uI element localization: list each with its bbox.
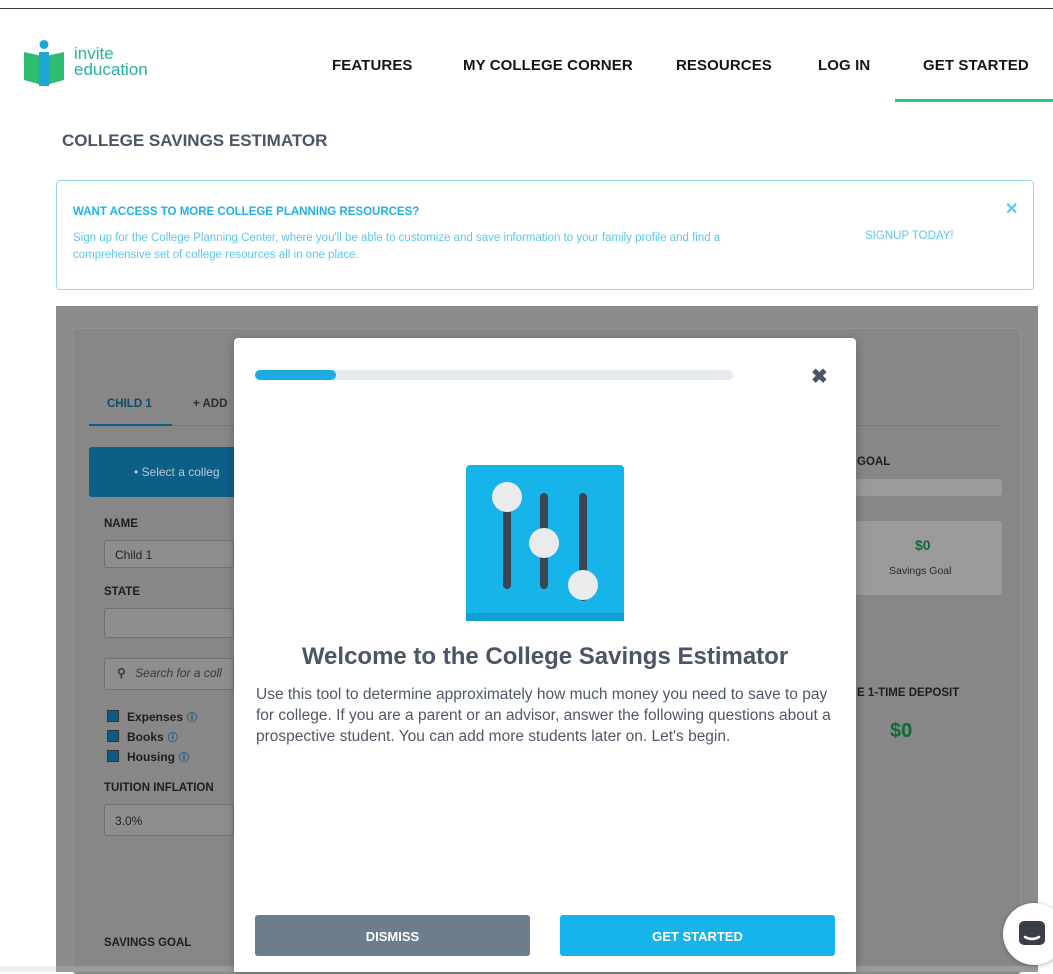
nav-resources[interactable]: RESOURCES (676, 57, 772, 74)
signup-link[interactable]: SIGNUP TODAY! (865, 230, 954, 242)
tab-add-child[interactable]: + ADD (193, 398, 227, 410)
savings-goal-box: $0 Savings Goal (855, 521, 1002, 595)
nav-get-started[interactable]: GET STARTED (923, 57, 1029, 74)
progress-bar (255, 370, 733, 380)
banner-title: WANT ACCESS TO MORE COLLEGE PLANNING RES… (73, 206, 420, 218)
info-icon[interactable]: ⓘ (179, 753, 189, 764)
books-text: Books (127, 730, 164, 744)
housing-text: Housing (127, 750, 175, 764)
logo-line-2: education (74, 60, 148, 79)
close-icon[interactable]: ✕ (1005, 199, 1018, 219)
select-college-text: • Select a colleg (134, 465, 220, 479)
signup-banner: WANT ACCESS TO MORE COLLEGE PLANNING RES… (56, 180, 1034, 290)
modal-title: Welcome to the College Savings Estimator (301, 643, 789, 670)
sliders-icon (466, 465, 624, 621)
deposit-label: E 1-TIME DEPOSIT (857, 687, 960, 699)
logo-text: invite education (74, 45, 148, 79)
name-field[interactable]: Child 1 (104, 540, 234, 568)
tab-child-1[interactable]: CHILD 1 (107, 398, 152, 410)
savings-goal-caption: Savings Goal (889, 565, 952, 577)
deposit-amount: $0 (890, 720, 913, 742)
expenses-text: Expenses (127, 710, 184, 724)
name-label: NAME (104, 518, 138, 530)
select-college-banner: • Select a colleg (89, 447, 239, 497)
banner-text: Sign up for the College Planning Center,… (73, 232, 721, 261)
close-icon[interactable]: ✖ (811, 367, 828, 387)
nav-my-college-corner[interactable]: MY COLLEGE CORNER (463, 57, 633, 74)
active-nav-indicator (895, 99, 1053, 102)
search-placeholder: Search for a coll (135, 666, 222, 680)
state-label: STATE (104, 586, 140, 598)
savings-goal-amount: $0 (915, 537, 931, 553)
page-bottom-strip (0, 966, 56, 972)
dismiss-button[interactable]: DISMISS (255, 915, 530, 956)
tuition-inflation-field[interactable]: 3.0% (104, 804, 234, 836)
progress-fill (255, 370, 337, 380)
expenses-checkbox[interactable] (107, 710, 119, 722)
info-icon[interactable]: ⓘ (168, 733, 178, 744)
chat-widget-button[interactable] (1003, 903, 1053, 965)
expenses-label: Expenses ⓘ (127, 709, 197, 724)
nav-log-in[interactable]: LOG IN (818, 57, 870, 74)
books-checkbox[interactable] (107, 730, 119, 742)
modal-description: Use this tool to determine approximately… (256, 686, 831, 745)
goal-progress-bar (855, 479, 1002, 496)
logo[interactable]: invite education (22, 40, 182, 86)
nav-features[interactable]: FEATURES (332, 57, 413, 74)
get-started-button[interactable]: GET STARTED (560, 915, 835, 956)
college-search-input[interactable]: ⚲ Search for a coll (104, 658, 234, 690)
housing-label: Housing ⓘ (127, 749, 189, 764)
top-border (0, 8, 1053, 9)
page-title: COLLEGE SAVINGS ESTIMATOR (62, 131, 328, 150)
books-label: Books ⓘ (127, 729, 178, 744)
tuition-inflation-label: TUITION INFLATION (104, 782, 214, 794)
goal-header: GOAL (857, 456, 891, 468)
housing-checkbox[interactable] (107, 750, 119, 762)
welcome-modal: ✖ Welcome to the College Savings Estimat… (234, 338, 856, 972)
chat-icon (1019, 921, 1045, 945)
search-icon: ⚲ (117, 666, 126, 680)
active-tab-indicator (89, 424, 172, 426)
info-icon[interactable]: ⓘ (187, 713, 197, 724)
logo-book-icon (24, 40, 64, 86)
state-select[interactable] (104, 608, 234, 638)
savings-goal-label: SAVINGS GOAL (104, 937, 192, 949)
